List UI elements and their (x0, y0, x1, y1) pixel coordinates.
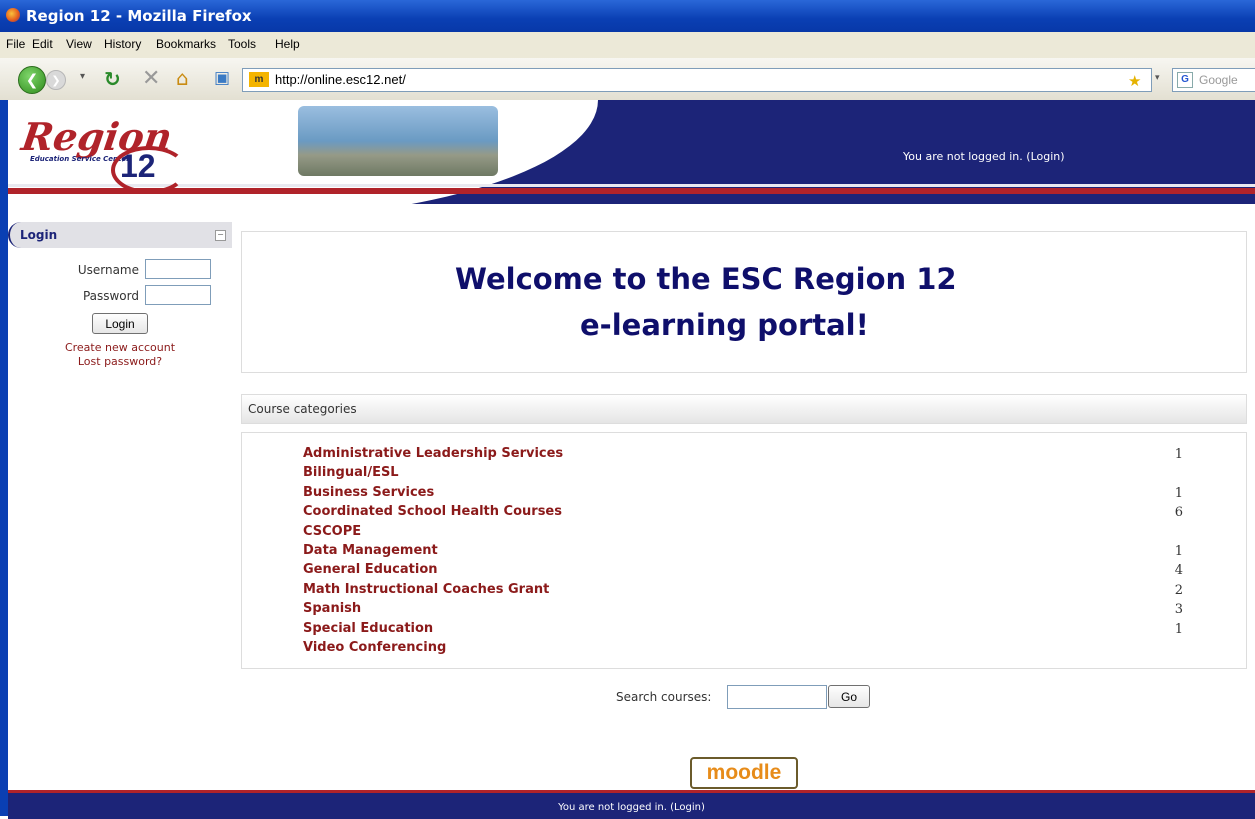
url-bar[interactable]: m http://online.esc12.net/ (242, 68, 1152, 92)
header-login-status[interactable]: You are not logged in. (Login) (903, 150, 1065, 163)
navigation-toolbar: ❮ ❯ ▾ ↻ ✕ ⌂ ▣ m http://online.esc12.net/… (0, 58, 1255, 101)
course-categories-title: Course categories (248, 402, 357, 416)
category-link[interactable]: Coordinated School Health Courses (303, 504, 562, 519)
menu-history[interactable]: History (104, 37, 141, 51)
create-account-link[interactable]: Create new account (8, 341, 232, 354)
new-tab-icon[interactable]: ▣ (214, 68, 230, 88)
category-link[interactable]: Special Education (303, 621, 433, 636)
welcome-line-2: e-learning portal! (580, 308, 869, 342)
google-icon: G (1177, 72, 1193, 88)
category-row: Math Instructional Coaches Grant 2 (303, 582, 1243, 601)
back-arrow-icon[interactable]: ❮ (18, 66, 46, 94)
menu-file[interactable]: File (6, 37, 25, 51)
menu-bookmarks[interactable]: Bookmarks (156, 37, 216, 51)
header-stripe-white (8, 184, 1255, 187)
menu-bar: File Edit View History Bookmarks Tools H… (0, 32, 1255, 58)
region-logo-number: 12 (120, 148, 156, 184)
menu-view[interactable]: View (66, 37, 92, 51)
window-titlebar: Region 12 - Mozilla Firefox (0, 0, 1255, 32)
category-row: Business Services 1 (303, 485, 1243, 504)
collapse-icon[interactable]: − (215, 230, 226, 241)
window-left-border (0, 100, 8, 816)
footer-login-status[interactable]: You are not logged in. (Login) (8, 802, 1255, 813)
search-engine-box[interactable]: G Google (1172, 68, 1255, 92)
category-row: General Education 4 (303, 562, 1243, 581)
category-count: 4 (1174, 563, 1183, 578)
category-link[interactable]: General Education (303, 562, 438, 577)
menu-tools[interactable]: Tools (228, 37, 256, 51)
category-link[interactable]: Math Instructional Coaches Grant (303, 582, 549, 597)
lost-password-link[interactable]: Lost password? (8, 355, 232, 368)
category-count: 1 (1174, 544, 1183, 559)
username-input[interactable] (145, 259, 211, 279)
category-link[interactable]: Spanish (303, 601, 361, 616)
url-dropdown-icon[interactable]: ▾ (1155, 73, 1160, 83)
category-link[interactable]: Bilingual/ESL (303, 465, 399, 480)
username-label: Username (77, 263, 139, 277)
category-row: Video Conferencing (303, 640, 1243, 659)
category-link[interactable]: Video Conferencing (303, 640, 446, 655)
category-link[interactable]: Administrative Leadership Services (303, 446, 563, 461)
reload-icon[interactable]: ↻ (104, 67, 121, 91)
building-photo (298, 106, 498, 176)
welcome-line-1: Welcome to the ESC Region 12 (455, 262, 957, 296)
password-input[interactable] (145, 285, 211, 305)
welcome-box: Welcome to the ESC Region 12 e-learning … (241, 231, 1247, 373)
category-row: Special Education 1 (303, 621, 1243, 640)
menu-help[interactable]: Help (275, 37, 300, 51)
category-row: CSCOPE (303, 524, 1243, 543)
login-block-header: Login − (8, 222, 232, 248)
login-button[interactable]: Login (92, 313, 148, 334)
login-block: Login − (8, 222, 232, 248)
category-row: Bilingual/ESL (303, 465, 1243, 484)
url-text[interactable]: http://online.esc12.net/ (275, 72, 406, 87)
stop-icon[interactable]: ✕ (142, 66, 160, 91)
category-row: Spanish 3 (303, 601, 1243, 620)
category-link[interactable]: Business Services (303, 485, 434, 500)
site-header: Region Education Service Center 12 You a… (8, 100, 1255, 204)
moodle-logo-text: moodle (706, 761, 782, 784)
course-categories-header: Course categories (241, 394, 1247, 424)
category-count: 1 (1174, 486, 1183, 501)
category-link[interactable]: Data Management (303, 543, 438, 558)
history-dropdown-icon[interactable]: ▾ (80, 71, 85, 82)
search-courses-label: Search courses: (616, 690, 712, 704)
forward-arrow-icon[interactable]: ❯ (46, 70, 66, 90)
moodle-logo[interactable]: moodle (690, 757, 798, 789)
bookmark-star-icon[interactable]: ★ (1128, 72, 1141, 90)
search-courses-input[interactable] (727, 685, 827, 709)
window-title: Region 12 - Mozilla Firefox (26, 7, 252, 25)
category-count: 3 (1174, 602, 1183, 617)
home-icon[interactable]: ⌂ (176, 66, 189, 90)
category-row: Data Management 1 (303, 543, 1243, 562)
category-count: 6 (1174, 505, 1183, 520)
category-count: 2 (1174, 583, 1183, 598)
header-stripe-red (8, 188, 1255, 194)
site-favicon-icon: m (249, 72, 269, 87)
category-row: Coordinated School Health Courses 6 (303, 504, 1243, 523)
menu-edit[interactable]: Edit (32, 37, 53, 51)
login-block-title: Login (20, 228, 58, 242)
search-engine-placeholder: Google (1199, 73, 1238, 87)
category-count: 1 (1174, 622, 1183, 637)
site-footer: You are not logged in. (Login) (8, 790, 1255, 819)
search-go-button[interactable]: Go (828, 685, 870, 708)
category-link[interactable]: CSCOPE (303, 524, 361, 539)
password-label: Password (82, 289, 139, 303)
firefox-icon (6, 8, 20, 22)
category-count: 1 (1174, 447, 1183, 462)
category-row: Administrative Leadership Services 1 (303, 446, 1243, 465)
course-categories-list: Administrative Leadership Services 1 Bil… (241, 432, 1247, 669)
